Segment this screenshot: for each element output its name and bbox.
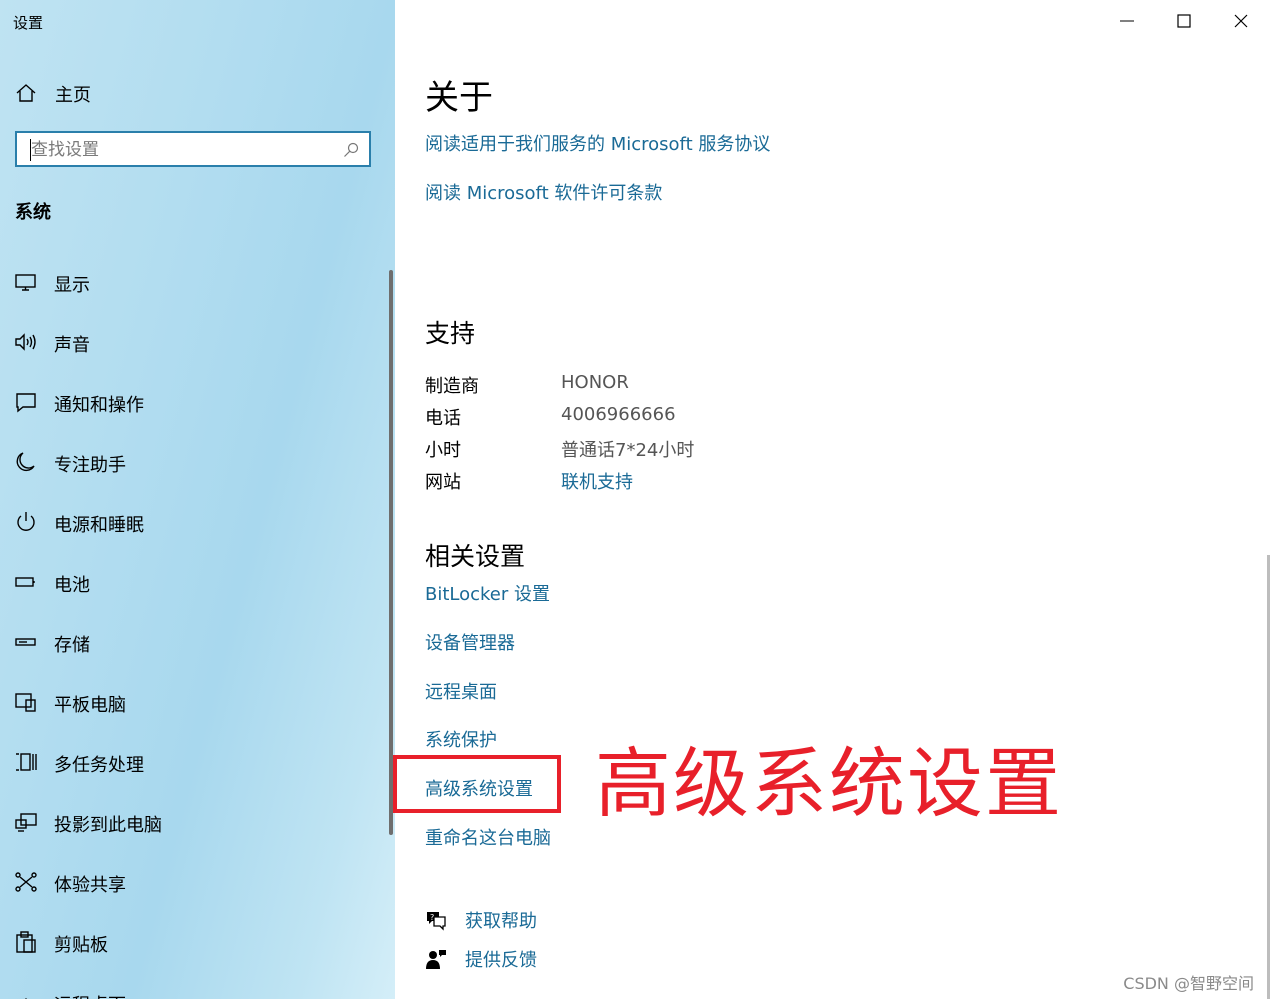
sidebar-item-label: 电源和睡眠 <box>54 515 144 536</box>
sidebar-item-label: 剪贴板 <box>54 935 108 956</box>
sidebar-item-label: 声音 <box>54 335 90 356</box>
minimize-icon <box>1120 20 1134 22</box>
share-icon <box>15 872 37 892</box>
sidebar-item-label: 投影到此电脑 <box>54 815 162 836</box>
home-icon <box>16 84 36 102</box>
feedback-icon <box>426 950 446 969</box>
maximize-button[interactable] <box>1156 0 1213 42</box>
sidebar-home-label: 主页 <box>55 85 91 106</box>
sidebar-item-label: 体验共享 <box>54 875 126 896</box>
link-bitlocker-settings[interactable]: BitLocker 设置 <box>425 580 550 606</box>
sidebar-item-shared-experiences[interactable]: 体验共享 <box>0 852 385 912</box>
hours-value: 普通话7*24小时 <box>561 440 695 461</box>
power-icon <box>17 512 35 531</box>
window-controls <box>1099 0 1270 42</box>
speaker-icon <box>15 333 36 351</box>
sidebar-item-label: 存储 <box>54 635 90 656</box>
sidebar-item-battery[interactable]: 电池 <box>0 552 385 612</box>
sidebar-item-label: 平板电脑 <box>54 695 126 716</box>
section-title-support: 支持 <box>425 319 476 348</box>
moon-icon <box>16 452 35 472</box>
notification-icon <box>16 393 36 413</box>
sidebar-item-home[interactable]: 主页 <box>0 72 380 112</box>
sidebar-item-sound[interactable]: 声音 <box>0 312 385 372</box>
give-feedback-link[interactable]: 提供反馈 <box>465 946 537 972</box>
clipboard-icon <box>16 931 36 953</box>
sidebar-item-display[interactable]: 显示 <box>0 252 385 312</box>
maximize-icon <box>1177 14 1191 28</box>
section-title-related-settings: 相关设置 <box>425 542 526 571</box>
give-feedback-row[interactable]: 提供反馈 <box>425 944 537 974</box>
hours-label: 小时 <box>425 440 461 461</box>
sidebar-item-multitasking[interactable]: 多任务处理 <box>0 732 385 792</box>
sidebar-item-focus-assist[interactable]: 专注助手 <box>0 432 385 492</box>
sidebar-item-clipboard[interactable]: 剪贴板 <box>0 912 385 972</box>
link-microsoft-license-terms[interactable]: 阅读 Microsoft 软件许可条款 <box>425 179 662 205</box>
phone-value: 4006966666 <box>561 404 676 425</box>
page-title: 关于 <box>425 78 493 118</box>
sidebar-item-label: 多任务处理 <box>54 755 144 776</box>
sidebar-item-tablet[interactable]: 平板电脑 <box>0 672 385 732</box>
search-input[interactable] <box>29 137 333 163</box>
multitask-icon <box>16 753 37 771</box>
battery-icon <box>15 577 35 587</box>
manufacturer-value: HONOR <box>561 372 629 393</box>
sidebar-item-project-to-pc[interactable]: 投影到此电脑 <box>0 792 385 852</box>
tablet-icon <box>15 693 36 712</box>
watermark: CSDN @智野空间 <box>1123 974 1254 993</box>
close-icon <box>1234 14 1248 28</box>
sidebar-item-label: 远程桌面 <box>54 991 126 999</box>
link-rename-this-pc[interactable]: 重命名这台电脑 <box>425 824 551 850</box>
website-label: 网站 <box>425 472 461 493</box>
annotation-highlight-box <box>393 755 561 813</box>
sidebar-nav: 显示 声音 通知和操作 专注助手 电源和睡眠 电池 存储 平板电脑 多任务处理 … <box>0 252 385 999</box>
monitor-icon <box>15 274 36 291</box>
sidebar-item-label: 电池 <box>54 575 90 596</box>
sidebar-item-notifications[interactable]: 通知和操作 <box>0 372 385 432</box>
sidebar: 设置 主页 系统 显示 声音 通知和操作 专注助手 <box>0 0 395 999</box>
get-help-link[interactable]: 获取帮助 <box>465 907 537 933</box>
sidebar-scrollbar[interactable] <box>389 270 393 835</box>
sidebar-item-remote-desktop[interactable]: 远程桌面 <box>0 972 385 999</box>
window-title: 设置 <box>13 14 44 32</box>
search-box[interactable] <box>15 131 371 167</box>
main-content: 关于 阅读适用于我们服务的 Microsoft 服务协议 阅读 Microsof… <box>393 0 1270 999</box>
sidebar-item-label: 通知和操作 <box>54 395 144 416</box>
sidebar-item-label: 显示 <box>54 275 90 296</box>
project-icon <box>15 813 37 832</box>
section-heading-system: 系统 <box>15 202 51 223</box>
svg-text:?: ? <box>430 913 434 922</box>
link-system-protection[interactable]: 系统保护 <box>425 726 497 752</box>
help-chat-icon: ? <box>427 912 446 931</box>
annotation-label: 高级系统设置 <box>595 739 1063 828</box>
sidebar-item-storage[interactable]: 存储 <box>0 612 385 672</box>
sidebar-item-power-sleep[interactable]: 电源和睡眠 <box>0 492 385 552</box>
link-microsoft-services-agreement[interactable]: 阅读适用于我们服务的 Microsoft 服务协议 <box>425 130 770 156</box>
search-icon[interactable] <box>343 142 359 158</box>
link-online-support[interactable]: 联机支持 <box>561 468 633 494</box>
phone-label: 电话 <box>425 408 461 429</box>
minimize-button[interactable] <box>1099 0 1156 42</box>
link-device-manager[interactable]: 设备管理器 <box>425 629 515 655</box>
link-remote-desktop[interactable]: 远程桌面 <box>425 678 497 704</box>
manufacturer-label: 制造商 <box>425 376 479 397</box>
remote-desktop-icon <box>24 998 28 999</box>
close-button[interactable] <box>1213 0 1270 42</box>
storage-icon <box>15 638 36 646</box>
get-help-row[interactable]: ? 获取帮助 <box>425 905 537 935</box>
sidebar-item-label: 专注助手 <box>54 455 126 476</box>
